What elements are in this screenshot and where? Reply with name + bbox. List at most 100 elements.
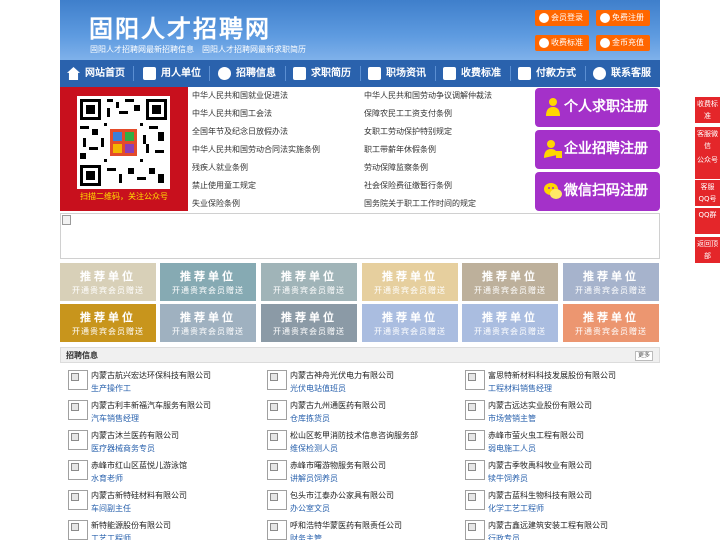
recommend-tile[interactable]: 推荐单位 开通贵宾会员赠送 bbox=[563, 304, 659, 342]
company-logo-image[interactable] bbox=[267, 460, 287, 480]
job-position-link[interactable]: 工艺工程师 bbox=[91, 533, 131, 540]
job-listing[interactable]: 赤峰市萤火虫工程有限公司 弱电施工人员 bbox=[460, 428, 650, 458]
job-listing[interactable]: 富思特新材料科技发展股份有限公司 工程材料销售经理 bbox=[460, 368, 650, 398]
company-logo-image[interactable] bbox=[267, 490, 287, 510]
company-name-link[interactable]: 内蒙古新特硅材料有限公司 bbox=[91, 490, 187, 501]
law-link[interactable]: 中华人民共和国劳动合同法实施条例 bbox=[192, 141, 320, 159]
company-name-link[interactable]: 内蒙古神舟光伏电力有限公司 bbox=[290, 370, 394, 381]
ad-banner[interactable] bbox=[60, 213, 660, 259]
recommend-tile[interactable]: 推荐单位 开通贵宾会员赠送 bbox=[160, 263, 256, 301]
company-name-link[interactable]: 呼和浩特华蒙医药有限责任公司 bbox=[290, 520, 402, 531]
recommend-tile[interactable]: 推荐单位 开通贵宾会员赠送 bbox=[60, 263, 156, 301]
company-logo-image[interactable] bbox=[68, 490, 88, 510]
member-login-button[interactable]: 会员登录 bbox=[535, 10, 589, 26]
law-link[interactable]: 全国年节及纪念日放假办法 bbox=[192, 123, 288, 141]
law-link[interactable]: 劳动保障监察条例 bbox=[364, 159, 428, 177]
job-listing[interactable]: 赤峰市红山区蓝悦儿游泳馆 水育老师 bbox=[63, 458, 253, 488]
company-name-link[interactable]: 内蒙古鑫远建筑安装工程有限公司 bbox=[488, 520, 608, 531]
job-position-link[interactable]: 行政专员 bbox=[488, 533, 520, 540]
company-name-link[interactable]: 新特能源股份有限公司 bbox=[91, 520, 171, 531]
free-register-button[interactable]: 免费注册 bbox=[596, 10, 650, 26]
company-name-link[interactable]: 赤峰市萤火虫工程有限公司 bbox=[488, 430, 584, 441]
job-listing[interactable]: 内蒙古神舟光伏电力有限公司 光伏电站值班员 bbox=[262, 368, 452, 398]
job-listing[interactable]: 包头市江泰办公家具有限公司 办公室文员 bbox=[262, 488, 452, 518]
recommend-tile[interactable]: 推荐单位 开通贵宾会员赠送 bbox=[462, 304, 558, 342]
company-name-link[interactable]: 内蒙古季牧禹科牧业有限公司 bbox=[488, 460, 592, 471]
job-listing[interactable]: 内蒙古航兴宏达环保科技有限公司 生产操作工 bbox=[63, 368, 253, 398]
job-position-link[interactable]: 水育老师 bbox=[91, 473, 123, 484]
law-link[interactable]: 失业保险条例 bbox=[192, 195, 240, 213]
company-logo-image[interactable] bbox=[68, 520, 88, 540]
fee-standard-button[interactable]: 收费标准 bbox=[535, 35, 589, 51]
company-name-link[interactable]: 内蒙古远达实业股份有限公司 bbox=[488, 400, 592, 411]
company-name-link[interactable]: 内蒙古利丰新福汽车服务有限公司 bbox=[91, 400, 211, 411]
company-logo-image[interactable] bbox=[267, 370, 287, 390]
company-name-link[interactable]: 内蒙古九州通医药有限公司 bbox=[290, 400, 386, 411]
recommend-tile[interactable]: 推荐单位 开通贵宾会员赠送 bbox=[362, 304, 458, 342]
job-position-link[interactable]: 弱电施工人员 bbox=[488, 443, 536, 454]
coin-recharge-button[interactable]: 金币充值 bbox=[596, 35, 650, 51]
company-name-link[interactable]: 包头市江泰办公家具有限公司 bbox=[290, 490, 394, 501]
recommend-tile[interactable]: 推荐单位 开通贵宾会员赠送 bbox=[160, 304, 256, 342]
company-logo-image[interactable] bbox=[68, 430, 88, 450]
law-link[interactable]: 禁止使用童工规定 bbox=[192, 177, 256, 195]
job-position-link[interactable]: 医疗器械商务专员 bbox=[91, 443, 155, 454]
job-listing[interactable]: 呼和浩特华蒙医药有限责任公司财务主管 bbox=[262, 518, 452, 540]
company-logo-image[interactable] bbox=[68, 400, 88, 420]
side-service-wechat[interactable]: 客服微信 bbox=[695, 127, 720, 153]
recommend-tile[interactable]: 推荐单位 开通贵宾会员赠送 bbox=[563, 263, 659, 301]
company-name-link[interactable]: 松山区乾甲消防技术信息咨询服务部 bbox=[290, 430, 418, 441]
law-link[interactable]: 保障农民工工资支付条例 bbox=[364, 105, 452, 123]
job-listing[interactable]: 内蒙古利丰新福汽车服务有限公司 汽车销售经理 bbox=[63, 398, 253, 428]
site-title[interactable]: 固阳人才招聘网 bbox=[89, 9, 271, 44]
job-listing[interactable]: 赤峰市曙游物服务有限公司 讲解员饲养员 bbox=[262, 458, 452, 488]
company-logo-image[interactable] bbox=[465, 430, 485, 450]
company-logo-image[interactable] bbox=[68, 370, 88, 390]
job-seeker-register-button[interactable]: 个人求职注册 bbox=[535, 88, 660, 127]
job-listing[interactable]: 内蒙古沐兰医药有限公司 医疗器械商务专员 bbox=[63, 428, 253, 458]
job-position-link[interactable]: 维保检测人员 bbox=[290, 443, 338, 454]
recommend-tile[interactable]: 推荐单位 开通贵宾会员赠送 bbox=[60, 304, 156, 342]
company-logo-image[interactable] bbox=[465, 400, 485, 420]
recommend-tile[interactable]: 推荐单位 开通贵宾会员赠送 bbox=[462, 263, 558, 301]
company-logo-image[interactable] bbox=[267, 520, 287, 540]
side-qq-group[interactable]: QQ群 bbox=[695, 208, 720, 234]
recommend-tile[interactable]: 推荐单位 开通贵宾会员赠送 bbox=[261, 304, 357, 342]
job-position-link[interactable]: 犊牛饲养员 bbox=[488, 473, 528, 484]
job-listing[interactable]: 内蒙古九州通医药有限公司 仓库拣货员 bbox=[262, 398, 452, 428]
job-position-link[interactable]: 生产操作工 bbox=[91, 383, 131, 394]
law-link[interactable]: 中华人民共和国劳动争议调解仲裁法 bbox=[364, 87, 492, 105]
job-position-link[interactable]: 讲解员饲养员 bbox=[290, 473, 338, 484]
job-listing[interactable]: 内蒙古蓝科生物科技有限公司 化学工艺工程师 bbox=[460, 488, 650, 518]
law-link[interactable]: 中华人民共和国就业促进法 bbox=[192, 87, 288, 105]
law-link[interactable]: 女职工劳动保护特别规定 bbox=[364, 123, 452, 141]
job-listing[interactable]: 松山区乾甲消防技术信息咨询服务部 维保检测人员 bbox=[262, 428, 452, 458]
law-link[interactable]: 中华人民共和国工会法 bbox=[192, 105, 272, 123]
company-logo-image[interactable] bbox=[465, 520, 485, 540]
job-position-link[interactable]: 汽车销售经理 bbox=[91, 413, 139, 424]
company-name-link[interactable]: 富思特新材料科技发展股份有限公司 bbox=[488, 370, 616, 381]
law-link[interactable]: 国务院关于职工工作时间的规定 bbox=[364, 195, 476, 213]
job-position-link[interactable]: 车间副主任 bbox=[91, 503, 131, 514]
company-logo-image[interactable] bbox=[68, 460, 88, 480]
wechat-register-button[interactable]: 微信扫码注册 bbox=[535, 172, 660, 211]
recommend-tile[interactable]: 推荐单位 开通贵宾会员赠送 bbox=[362, 263, 458, 301]
job-listing[interactable]: 内蒙古远达实业股份有限公司 市场营销主管 bbox=[460, 398, 650, 428]
company-name-link[interactable]: 内蒙古蓝科生物科技有限公司 bbox=[488, 490, 592, 501]
job-listing[interactable]: 新特能源股份有限公司工艺工程师 bbox=[63, 518, 253, 540]
company-name-link[interactable]: 内蒙古航兴宏达环保科技有限公司 bbox=[91, 370, 211, 381]
company-logo-image[interactable] bbox=[267, 430, 287, 450]
job-position-link[interactable]: 市场营销主管 bbox=[488, 413, 536, 424]
job-position-link[interactable]: 仓库拣货员 bbox=[290, 413, 330, 424]
law-link[interactable]: 残疾人就业条例 bbox=[192, 159, 248, 177]
law-link[interactable]: 职工带薪年休假条例 bbox=[364, 141, 436, 159]
company-name-link[interactable]: 内蒙古沐兰医药有限公司 bbox=[91, 430, 179, 441]
side-service-qq[interactable]: 客服QQ号 bbox=[695, 180, 720, 206]
company-name-link[interactable]: 赤峰市曙游物服务有限公司 bbox=[290, 460, 386, 471]
company-name-link[interactable]: 赤峰市红山区蓝悦儿游泳馆 bbox=[91, 460, 187, 471]
job-position-link[interactable]: 工程材料销售经理 bbox=[488, 383, 552, 394]
more-link[interactable]: 更多 bbox=[634, 351, 653, 361]
job-position-link[interactable]: 财务主管 bbox=[290, 533, 322, 540]
job-position-link[interactable]: 光伏电站值班员 bbox=[290, 383, 346, 394]
company-logo-image[interactable] bbox=[465, 370, 485, 390]
